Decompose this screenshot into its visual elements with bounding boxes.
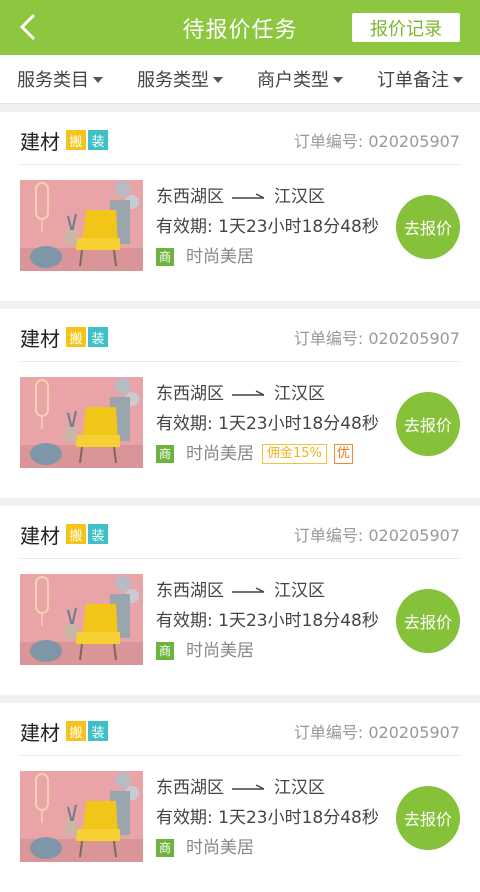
arrow-right-icon xyxy=(232,783,265,790)
install-tag: 装 xyxy=(88,130,108,150)
go-quote-button[interactable]: 去报价 xyxy=(396,195,460,259)
order-card-header: 建材 搬 装 订单编号: 020205907 xyxy=(20,506,460,559)
order-card-header: 建材 搬 装 订单编号: 020205907 xyxy=(20,703,460,756)
merchant-badge: 商 xyxy=(156,444,174,463)
install-tag: 装 xyxy=(88,327,108,347)
install-tag: 装 xyxy=(88,721,108,741)
filter-label: 订单备注 xyxy=(377,70,449,91)
moving-tag: 搬 xyxy=(66,524,86,544)
route: 东西湖区 江汉区 xyxy=(156,773,379,803)
caret-down-icon xyxy=(93,77,103,83)
filter-label: 服务类目 xyxy=(17,70,89,91)
route-to: 江汉区 xyxy=(274,186,325,207)
caret-down-icon xyxy=(213,77,223,83)
order-card[interactable]: 建材 搬 装 订单编号: 020205907 东西湖区 江汉区 有效期: 1天2… xyxy=(0,309,480,498)
order-category: 建材 xyxy=(20,720,60,745)
moving-tag: 搬 xyxy=(66,721,86,741)
order-number: 订单编号: 020205907 xyxy=(293,526,460,545)
order-card[interactable]: 建材 搬 装 订单编号: 020205907 东西湖区 江汉区 有效期: 1天2… xyxy=(0,112,480,301)
filter-bar: 服务类目 服务类型 商户类型 订单备注 xyxy=(0,55,480,104)
shop-name: 时尚美居 xyxy=(186,246,254,267)
go-quote-button[interactable]: 去报价 xyxy=(396,786,460,850)
app-header: 待报价任务 报价记录 xyxy=(0,0,480,55)
caret-down-icon xyxy=(453,77,463,83)
order-number: 订单编号: 020205907 xyxy=(293,329,460,348)
filter-service-type[interactable]: 服务类型 xyxy=(137,66,223,92)
order-card[interactable]: 建材 搬 装 订单编号: 020205907 东西湖区 江汉区 有效期: 1天2… xyxy=(0,506,480,695)
arrow-right-icon xyxy=(232,192,265,199)
go-quote-button[interactable]: 去报价 xyxy=(396,589,460,653)
order-number: 订单编号: 020205907 xyxy=(293,723,460,742)
route-from: 东西湖区 xyxy=(156,383,224,404)
route-to: 江汉区 xyxy=(274,777,325,798)
back-button[interactable] xyxy=(14,12,42,42)
order-card-header: 建材 搬 装 订单编号: 020205907 xyxy=(20,112,460,165)
order-category: 建材 xyxy=(20,326,60,351)
filter-label: 商户类型 xyxy=(257,70,329,91)
order-number: 订单编号: 020205907 xyxy=(293,132,460,151)
filter-label: 服务类型 xyxy=(137,70,209,91)
install-tag: 装 xyxy=(88,524,108,544)
moving-tag: 搬 xyxy=(66,130,86,150)
quote-records-button[interactable]: 报价记录 xyxy=(352,13,460,42)
route: 东西湖区 江汉区 xyxy=(156,576,379,606)
arrow-right-icon xyxy=(232,389,265,396)
arrow-right-icon xyxy=(232,586,265,593)
merchant-badge: 商 xyxy=(156,247,174,266)
shop-name: 时尚美居 xyxy=(186,443,254,464)
moving-tag: 搬 xyxy=(66,327,86,347)
route: 东西湖区 江汉区 xyxy=(156,379,379,409)
order-card-header: 建材 搬 装 订单编号: 020205907 xyxy=(20,309,460,362)
furniture-thumbnail-image xyxy=(20,771,143,862)
route-from: 东西湖区 xyxy=(156,777,224,798)
validity-countdown: 有效期: 1天23小时18分48秒 xyxy=(156,807,379,828)
commission-badge: 佣金15% xyxy=(262,443,327,464)
caret-down-icon xyxy=(333,77,343,83)
order-category: 建材 xyxy=(20,523,60,548)
furniture-thumbnail-image xyxy=(20,180,143,271)
filter-order-note[interactable]: 订单备注 xyxy=(377,66,463,92)
page-title: 待报价任务 xyxy=(182,17,298,43)
order-category: 建材 xyxy=(20,129,60,154)
order-list: 建材 搬 装 订单编号: 020205907 东西湖区 江汉区 有效期: 1天2… xyxy=(0,104,480,892)
merchant-badge: 商 xyxy=(156,838,174,857)
route-from: 东西湖区 xyxy=(156,580,224,601)
merchant-badge: 商 xyxy=(156,641,174,660)
route: 东西湖区 江汉区 xyxy=(156,182,379,212)
furniture-thumbnail-image xyxy=(20,377,143,468)
route-to: 江汉区 xyxy=(274,580,325,601)
order-card[interactable]: 建材 搬 装 订单编号: 020205907 东西湖区 江汉区 有效期: 1天2… xyxy=(0,703,480,892)
go-quote-button[interactable]: 去报价 xyxy=(396,392,460,456)
furniture-thumbnail-image xyxy=(20,574,143,665)
preferred-badge: 优 xyxy=(333,443,353,464)
validity-countdown: 有效期: 1天23小时18分48秒 xyxy=(156,610,379,631)
validity-countdown: 有效期: 1天23小时18分48秒 xyxy=(156,216,379,237)
chevron-left-icon xyxy=(19,13,36,41)
filter-service-category[interactable]: 服务类目 xyxy=(17,66,103,92)
route-from: 东西湖区 xyxy=(156,186,224,207)
filter-merchant-type[interactable]: 商户类型 xyxy=(257,66,343,92)
shop-name: 时尚美居 xyxy=(186,837,254,858)
shop-name: 时尚美居 xyxy=(186,640,254,661)
route-to: 江汉区 xyxy=(274,383,325,404)
validity-countdown: 有效期: 1天23小时18分48秒 xyxy=(156,413,379,434)
